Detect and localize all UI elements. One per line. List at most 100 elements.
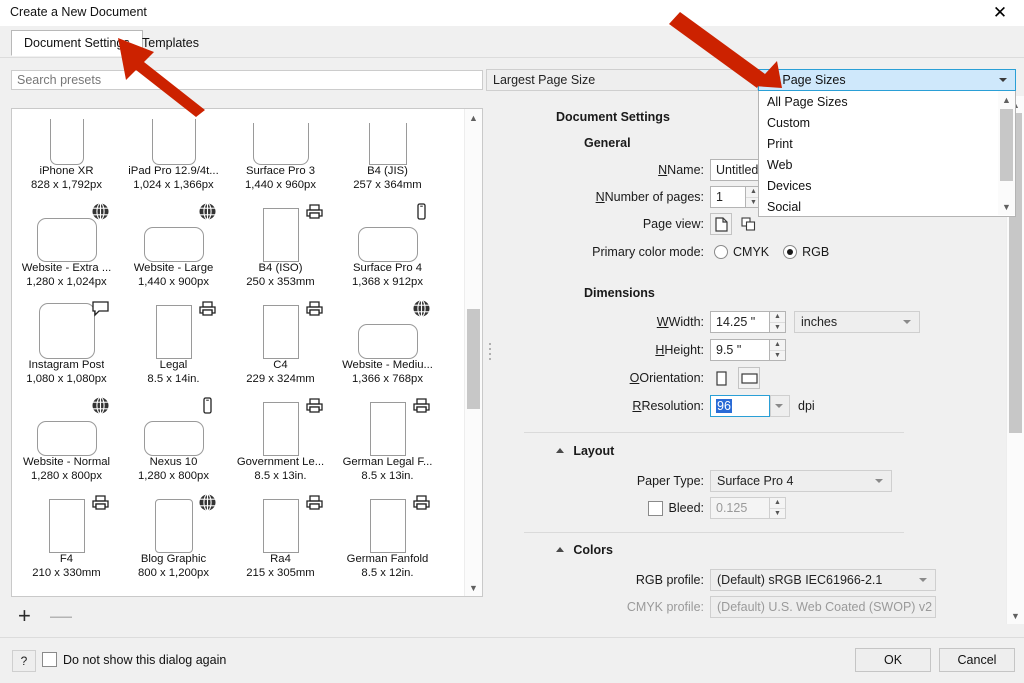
width-value: 14.25 " xyxy=(716,315,755,329)
preset-thumbnail xyxy=(228,297,333,359)
name-label: NName: xyxy=(496,163,704,177)
bleed-input[interactable]: 0.125 xyxy=(710,497,770,519)
preset-item[interactable]: Surface Pro 41,368 x 912px xyxy=(335,194,440,291)
page-size-category-list[interactable]: All Page SizesCustomPrintWebDevicesSocia… xyxy=(758,91,1016,217)
add-preset-button[interactable]: + xyxy=(18,603,31,629)
preset-dimensions: 8.5 x 12in. xyxy=(361,566,413,580)
scroll-down-icon[interactable]: ▼ xyxy=(465,579,482,596)
cancel-button[interactable]: Cancel xyxy=(939,648,1015,672)
preset-item[interactable]: iPad Pro 12.9/4t...1,024 x 1,366px xyxy=(121,108,226,194)
dropdown-option[interactable]: Web xyxy=(759,154,1015,175)
preset-scrollbar[interactable]: ▲ ▼ xyxy=(464,109,482,596)
tab-templates[interactable]: Templates xyxy=(130,30,211,56)
preset-name: B4 (JIS) xyxy=(367,165,408,178)
preset-item[interactable]: German Fanfold8.5 x 12in. xyxy=(335,485,440,582)
units-dropdown[interactable]: inches xyxy=(794,311,920,333)
dropdown-scrollbar[interactable]: ▲ ▼ xyxy=(998,91,1015,215)
resolution-input[interactable]: 96 xyxy=(710,395,770,417)
resolution-dropdown-button[interactable] xyxy=(770,395,790,417)
preset-item[interactable]: iPhone XR828 x 1,792px xyxy=(14,108,119,194)
preset-item[interactable]: Government Le...8.5 x 13in. xyxy=(228,388,333,485)
dropdown-option[interactable]: Social xyxy=(759,196,1015,217)
orientation-landscape-icon[interactable] xyxy=(738,367,760,389)
dropdown-option[interactable]: Print xyxy=(759,133,1015,154)
single-page-view-icon[interactable] xyxy=(710,213,732,235)
close-icon[interactable]: ✕ xyxy=(982,0,1018,26)
preset-thumbnail xyxy=(335,108,440,165)
cmyk-radio-icon[interactable] xyxy=(714,245,728,259)
globe-icon xyxy=(91,396,111,416)
scroll-up-icon[interactable]: ▲ xyxy=(998,91,1015,108)
preset-item[interactable]: Surface Pro 31,440 x 960px xyxy=(228,108,333,194)
preset-item[interactable]: Website - Normal1,280 x 800px xyxy=(14,388,119,485)
dropdown-option[interactable]: Custom xyxy=(759,112,1015,133)
search-input[interactable] xyxy=(11,70,483,90)
dont-show-again-checkbox[interactable] xyxy=(42,652,57,667)
tab-document-settings[interactable]: Document Settings xyxy=(11,30,143,56)
layout-section-header[interactable]: Layout xyxy=(556,444,614,458)
bleed-checkbox[interactable] xyxy=(648,501,663,516)
radio-rgb[interactable]: RGB xyxy=(783,245,829,259)
preset-name: Surface Pro 3 xyxy=(246,165,315,178)
dropdown-option[interactable]: Devices xyxy=(759,175,1015,196)
scroll-down-icon[interactable]: ▼ xyxy=(1007,607,1024,624)
preset-item[interactable]: B4 (ISO)250 x 353mm xyxy=(228,194,333,291)
divider xyxy=(524,432,904,433)
preset-dimensions: 800 x 1,200px xyxy=(138,566,209,580)
width-stepper[interactable]: ▲▼ xyxy=(770,311,786,333)
scroll-up-icon[interactable]: ▲ xyxy=(465,109,482,126)
preset-item[interactable]: Nexus 101,280 x 800px xyxy=(121,388,226,485)
largest-page-size-field[interactable]: Largest Page Size xyxy=(486,69,758,91)
dropdown-scrollbar-thumb[interactable] xyxy=(1000,109,1013,181)
bleed-label: Bleed: xyxy=(669,501,704,515)
panel-splitter[interactable] xyxy=(487,340,493,364)
height-label: HHeight: xyxy=(496,343,704,357)
bleed-row: Bleed: 0.125 ▲▼ xyxy=(496,497,956,519)
preset-thumbnail xyxy=(335,491,440,553)
phone-icon xyxy=(198,396,218,416)
paper-type-dropdown[interactable]: Surface Pro 4 xyxy=(710,470,892,492)
preset-item[interactable]: C4229 x 324mm xyxy=(228,291,333,388)
preset-item[interactable]: Blog Graphic800 x 1,200px xyxy=(121,485,226,582)
preset-item[interactable]: Instagram Post1,080 x 1,080px xyxy=(14,291,119,388)
remove-preset-button[interactable]: — xyxy=(50,603,72,629)
height-stepper[interactable]: ▲▼ xyxy=(770,339,786,361)
collapse-triangle-icon[interactable] xyxy=(556,547,564,552)
preset-thumbnail xyxy=(228,491,333,553)
preset-item[interactable]: Website - Large1,440 x 900px xyxy=(121,194,226,291)
height-value: 9.5 " xyxy=(716,343,741,357)
bleed-stepper[interactable]: ▲▼ xyxy=(770,497,786,519)
radio-cmyk[interactable]: CMYK xyxy=(714,245,769,259)
colors-section-title: Colors xyxy=(573,543,613,557)
preset-thumbnail xyxy=(335,394,440,456)
preset-item[interactable]: Website - Mediu...1,366 x 768px xyxy=(335,291,440,388)
ok-button[interactable]: OK xyxy=(855,648,931,672)
pages-input[interactable]: 1 xyxy=(710,186,746,208)
dropdown-option[interactable]: All Page Sizes xyxy=(759,91,1015,112)
spread-page-view-icon[interactable] xyxy=(738,213,760,235)
height-input[interactable]: 9.5 " xyxy=(710,339,770,361)
page-size-category-dropdown[interactable]: All Page Sizes xyxy=(758,69,1016,91)
bleed-label-wrap[interactable]: Bleed: xyxy=(496,501,704,516)
preset-item[interactable]: Legal8.5 x 14in. xyxy=(121,291,226,388)
cmyk-profile-dropdown[interactable]: (Default) U.S. Web Coated (SWOP) v2 xyxy=(710,596,936,618)
width-input[interactable]: 14.25 " xyxy=(710,311,770,333)
rgb-profile-dropdown[interactable]: (Default) sRGB IEC61966-2.1 xyxy=(710,569,936,591)
phone-icon xyxy=(412,202,432,222)
preset-item[interactable]: F4210 x 330mm xyxy=(14,485,119,582)
rgb-radio-icon[interactable] xyxy=(783,245,797,259)
preset-item[interactable]: German Legal F...8.5 x 13in. xyxy=(335,388,440,485)
preset-item[interactable]: Website - Extra ...1,280 x 1,024px xyxy=(14,194,119,291)
preset-list-panel[interactable]: iPhone XR828 x 1,792pxiPad Pro 12.9/4t..… xyxy=(11,108,483,597)
dont-show-again-row[interactable]: Do not show this dialog again xyxy=(42,652,226,667)
colors-section-header[interactable]: Colors xyxy=(556,543,613,557)
footer-divider xyxy=(0,637,1024,638)
preset-item[interactable]: B4 (JIS)257 x 364mm xyxy=(335,108,440,194)
preset-scrollbar-thumb[interactable] xyxy=(467,309,480,409)
scroll-down-icon[interactable]: ▼ xyxy=(998,198,1015,215)
orientation-portrait-icon[interactable] xyxy=(710,367,732,389)
preset-name: Nexus 10 xyxy=(150,456,198,469)
help-button[interactable]: ? xyxy=(12,650,36,672)
preset-item[interactable]: Ra4215 x 305mm xyxy=(228,485,333,582)
collapse-triangle-icon[interactable] xyxy=(556,448,564,453)
